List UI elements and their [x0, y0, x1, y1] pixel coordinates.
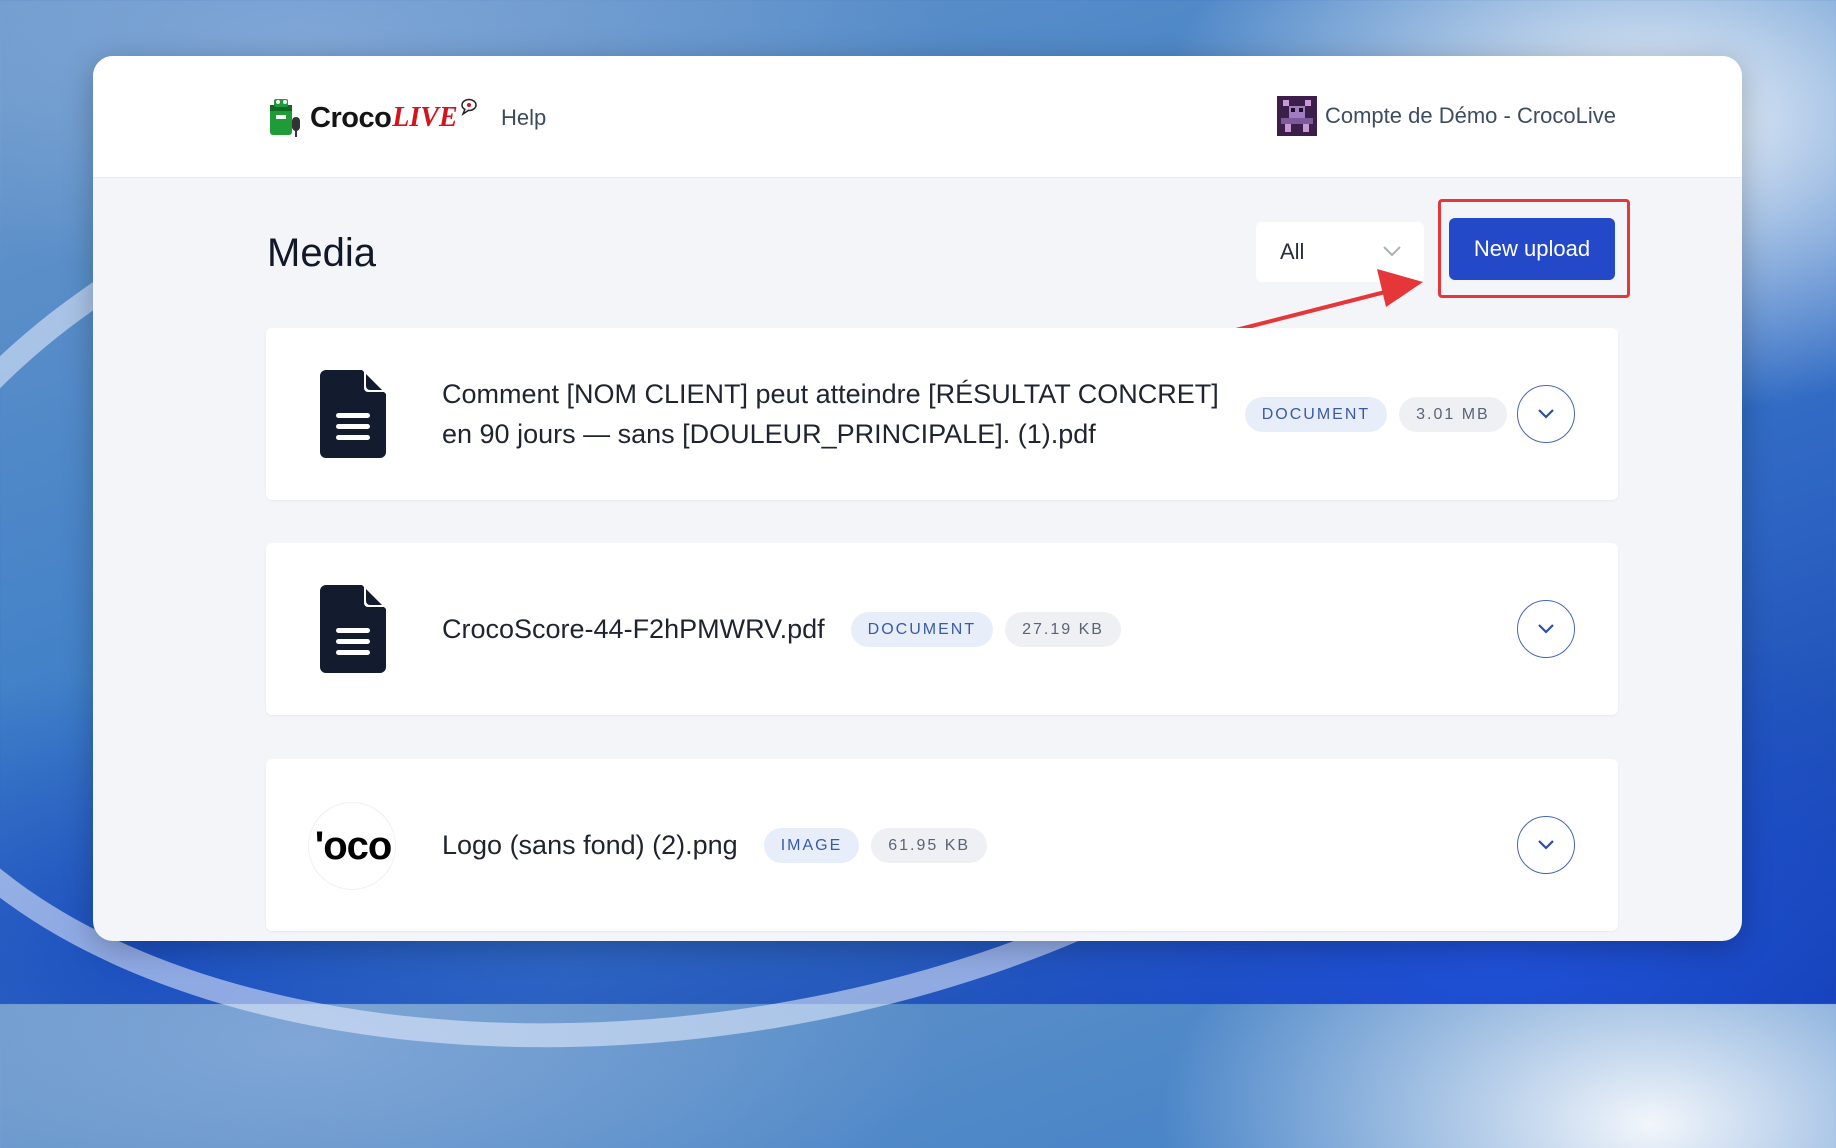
chevron-down-icon — [1538, 624, 1554, 634]
document-icon — [320, 585, 386, 673]
expand-button[interactable] — [1517, 816, 1575, 874]
avatar — [1276, 96, 1317, 136]
annotation-highlight-box — [1438, 199, 1630, 298]
media-list-item[interactable]: 'oco Logo (sans fond) (2).png IMAGE 61.9… — [266, 759, 1618, 931]
app-window: Croco LIVE Help Compte de Démo - CrocoLi… — [93, 56, 1742, 941]
file-name: Logo (sans fond) (2).png — [442, 830, 738, 860]
top-navbar: Croco LIVE Help Compte de Démo - CrocoLi… — [93, 56, 1742, 178]
media-type-filter[interactable]: All — [1256, 222, 1424, 282]
chevron-down-icon — [1538, 840, 1554, 850]
logo-text-croco: Croco — [310, 101, 392, 134]
file-type-badge: DOCUMENT — [850, 611, 994, 647]
help-link[interactable]: Help — [501, 105, 546, 131]
file-name: CrocoScore-44-F2hPMWRV.pdf — [442, 614, 825, 644]
filter-selected-value: All — [1280, 239, 1305, 264]
file-type-badge: IMAGE — [763, 827, 860, 863]
file-name: Comment [NOM CLIENT] peut atteindre [RÉS… — [442, 374, 1219, 454]
file-size-badge: 3.01 MB — [1399, 396, 1507, 432]
crocodile-logo-icon — [270, 99, 300, 137]
file-name-line-2: en 90 jours — sans [DOULEUR_PRINCIPALE].… — [442, 419, 1096, 449]
page-title: Media — [267, 231, 376, 275]
expand-button[interactable] — [1517, 385, 1575, 443]
media-list-item[interactable]: Comment [NOM CLIENT] peut atteindre [RÉS… — [266, 328, 1618, 500]
image-thumbnail: 'oco — [309, 803, 395, 889]
file-name-line-1: Comment [NOM CLIENT] peut atteindre [RÉS… — [442, 379, 1219, 409]
file-size-badge: 61.95 KB — [871, 827, 988, 863]
file-type-badge: DOCUMENT — [1244, 396, 1388, 432]
media-list-item[interactable]: CrocoScore-44-F2hPMWRV.pdf DOCUMENT 27.1… — [266, 543, 1618, 715]
crocolive-logo[interactable]: Croco LIVE — [266, 96, 478, 140]
logo-text-live: LIVE — [392, 102, 458, 133]
document-icon — [320, 370, 386, 458]
media-item-info: CrocoScore-44-F2hPMWRV.pdf DOCUMENT 27.1… — [442, 543, 1121, 715]
chevron-down-icon — [1383, 246, 1401, 257]
speech-bubble-icon — [460, 98, 477, 116]
file-size-badge: 27.19 KB — [1005, 611, 1121, 647]
media-item-info: Comment [NOM CLIENT] peut atteindre [RÉS… — [442, 328, 1507, 500]
thumbnail-logo-text: 'oco — [314, 823, 393, 868]
expand-button[interactable] — [1517, 600, 1575, 658]
account-name: Compte de Démo - CrocoLive — [1324, 103, 1616, 128]
chevron-down-icon — [1538, 409, 1554, 419]
account-menu[interactable]: Compte de Démo - CrocoLive — [1276, 96, 1616, 136]
media-item-info: Logo (sans fond) (2).png IMAGE 61.95 KB — [442, 759, 988, 931]
